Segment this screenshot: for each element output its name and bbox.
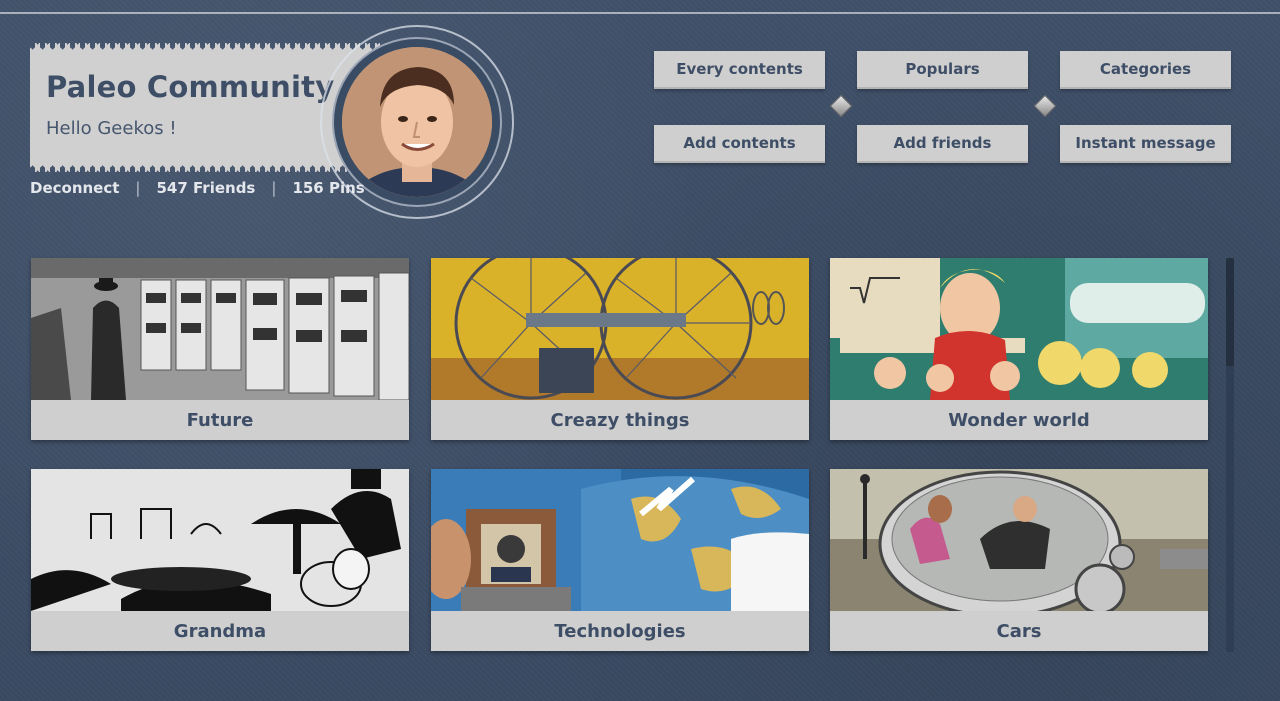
category-label: Grandma [31, 611, 409, 651]
separator: | [271, 179, 277, 197]
category-card-future[interactable]: Future [31, 258, 409, 440]
category-label: Creazy things [431, 400, 809, 440]
category-label: Wonder world [830, 400, 1208, 440]
future-image [31, 258, 409, 400]
cars-image [830, 469, 1208, 611]
category-card-cars[interactable]: Cars [830, 469, 1208, 651]
avatar[interactable] [342, 47, 492, 197]
top-rule [0, 12, 1280, 14]
populars-button[interactable]: Populars [857, 51, 1028, 89]
profile-name: Paleo Community [46, 70, 335, 104]
category-card-wonder-world[interactable]: Wonder world [830, 258, 1208, 440]
add-contents-button[interactable]: Add contents [654, 125, 825, 163]
grandma-image [31, 469, 409, 611]
rivet-icon [829, 94, 853, 118]
profile-stats: Deconnect | 547 Friends | 156 Pins [30, 179, 365, 197]
scrollbar-thumb[interactable] [1226, 258, 1234, 366]
category-card-creazy-things[interactable]: Creazy things [431, 258, 809, 440]
profile-greeting: Hello Geekos ! [46, 118, 177, 139]
technologies-image [431, 469, 809, 611]
category-label: Technologies [431, 611, 809, 651]
scrollbar[interactable] [1226, 258, 1234, 652]
every-contents-button[interactable]: Every contents [654, 51, 825, 89]
category-card-technologies[interactable]: Technologies [431, 469, 809, 651]
add-friends-button[interactable]: Add friends [857, 125, 1028, 163]
instant-message-button[interactable]: Instant message [1060, 125, 1231, 163]
friends-link[interactable]: 547 Friends [156, 179, 255, 197]
category-label: Future [31, 400, 409, 440]
deconnect-link[interactable]: Deconnect [30, 179, 119, 197]
pins-link[interactable]: 156 Pins [292, 179, 364, 197]
category-card-grandma[interactable]: Grandma [31, 469, 409, 651]
wonder-world-image [830, 258, 1208, 400]
category-label: Cars [830, 611, 1208, 651]
rivet-icon [1033, 94, 1057, 118]
separator: | [135, 179, 141, 197]
creazy-things-image [431, 258, 809, 400]
categories-button[interactable]: Categories [1060, 51, 1231, 89]
